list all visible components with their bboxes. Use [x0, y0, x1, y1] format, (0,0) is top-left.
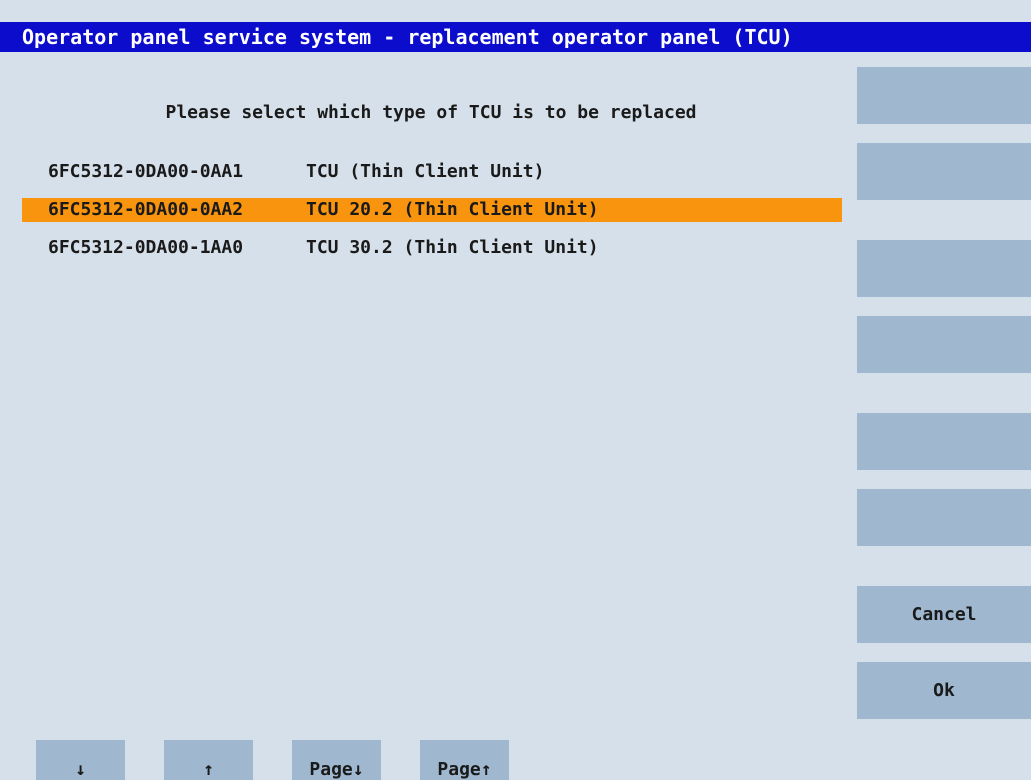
list-item-code: 6FC5312-0DA00-0AA1 [48, 161, 244, 182]
selection-prompt: Please select which type of TCU is to be… [165, 102, 697, 123]
softkey-6[interactable] [857, 489, 1031, 546]
softkey-5[interactable] [857, 413, 1031, 470]
tcu-type-list: 6FC5312-0DA00-0AA1 TCU (Thin Client Unit)… [22, 160, 842, 274]
list-item-description: TCU 20.2 (Thin Client Unit) [306, 199, 599, 220]
ok-button[interactable]: Ok [857, 662, 1031, 719]
scroll-down-button[interactable]: ↓ [36, 740, 125, 780]
softkey-2[interactable] [857, 143, 1031, 200]
list-item-tcu-20-2[interactable]: 6FC5312-0DA00-0AA2 TCU 20.2 (Thin Client … [22, 198, 842, 222]
list-item-tcu[interactable]: 6FC5312-0DA00-0AA1 TCU (Thin Client Unit) [22, 160, 842, 184]
softkey-3[interactable] [857, 240, 1031, 297]
cancel-button[interactable]: Cancel [857, 586, 1031, 643]
list-item-code: 6FC5312-0DA00-1AA0 [48, 237, 244, 258]
list-item-tcu-30-2[interactable]: 6FC5312-0DA00-1AA0 TCU 30.2 (Thin Client … [22, 236, 842, 260]
page-down-button[interactable]: Page↓ [292, 740, 381, 780]
page-up-button[interactable]: Page↑ [420, 740, 509, 780]
softkey-1[interactable] [857, 67, 1031, 124]
scroll-up-button[interactable]: ↑ [164, 740, 253, 780]
list-item-code: 6FC5312-0DA00-0AA2 [48, 199, 244, 220]
softkey-4[interactable] [857, 316, 1031, 373]
list-item-description: TCU (Thin Client Unit) [306, 161, 545, 182]
vertical-softkey-bar: Cancel Ok [857, 0, 1031, 776]
list-item-description: TCU 30.2 (Thin Client Unit) [306, 237, 599, 258]
